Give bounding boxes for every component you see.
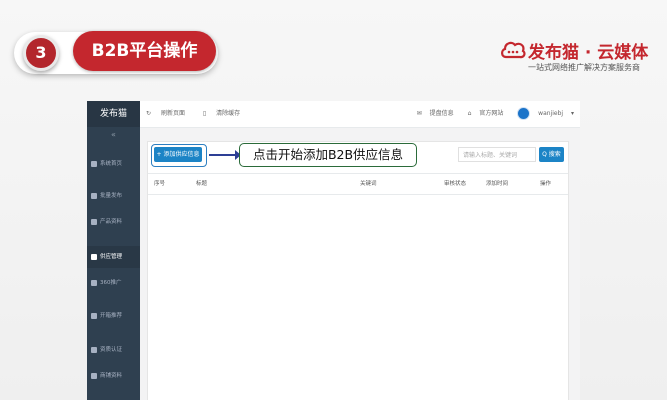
- trash-icon: ▯: [202, 110, 209, 117]
- home-icon: ⌂: [467, 110, 474, 117]
- col-keywords: 关键词: [360, 181, 377, 187]
- brand-logo: 发布猫 · 云媒体 一站式网络推广解决方案服务商: [500, 38, 660, 78]
- arrow-icon: [209, 150, 241, 160]
- brand-tagline: 一站式网络推广解决方案服务商: [528, 63, 640, 72]
- search-input[interactable]: 请输入标题、关键词: [458, 147, 536, 162]
- app-logo[interactable]: 发布猫: [87, 101, 140, 127]
- table-header: 序号 标题 关键词 审核状态 添加时间 操作: [148, 173, 568, 195]
- col-time: 添加时间: [486, 181, 509, 187]
- badge-icon: [91, 347, 97, 353]
- main-content: + 添加供应信息 点击开始添加B2B供应信息 请输入标题、关键词 Q 搜索 序号…: [140, 128, 580, 400]
- sidebar-item-batch-publish[interactable]: 批量发布: [87, 185, 140, 207]
- search-button[interactable]: Q 搜索: [539, 147, 564, 162]
- home-icon: [91, 161, 97, 167]
- clear-cache-button[interactable]: ▯ 清除缓存: [203, 110, 248, 117]
- add-supply-button[interactable]: + 添加供应信息: [154, 147, 202, 162]
- user-menu[interactable]: wanjiebj ▾: [511, 107, 574, 120]
- official-site-link[interactable]: ⌂ 官方网站: [462, 110, 504, 117]
- col-index: 序号: [154, 181, 166, 187]
- message-link[interactable]: ✉ 提盘信息: [411, 110, 454, 117]
- gift-icon: [91, 313, 97, 319]
- search-icon: [91, 280, 97, 286]
- box-icon: [91, 219, 97, 225]
- refresh-icon: ↻: [146, 110, 153, 117]
- top-bar: ↻ 刷新页面 ▯ 清除缓存 ✉ 提盘信息 ⌂ 官方网站 wanjiebj ▾: [140, 101, 580, 128]
- sidebar-item-store[interactable]: 商铺资料: [87, 365, 140, 387]
- sidebar-item-products[interactable]: 产品资料: [87, 211, 140, 233]
- chevron-down-icon: ▾: [570, 110, 574, 117]
- brand-name: 发布猫 · 云媒体: [528, 43, 649, 63]
- cloud-chat-icon: [501, 41, 526, 59]
- sidebar-item-360[interactable]: 360推广: [87, 272, 140, 294]
- instruction-callout: 点击开始添加B2B供应信息: [239, 143, 417, 167]
- sidebar: 发布猫 « 系统首页 批量发布 产品资料 供应管理 360推广 开箱推荐 资质认…: [87, 101, 140, 400]
- supply-panel: + 添加供应信息 点击开始添加B2B供应信息 请输入标题、关键词 Q 搜索 序号…: [147, 141, 569, 400]
- avatar: [517, 107, 531, 120]
- sidebar-item-certification[interactable]: 资质认证: [87, 339, 140, 361]
- col-actions: 操作: [540, 181, 552, 187]
- send-icon: [91, 193, 97, 199]
- sidebar-collapse-button[interactable]: «: [87, 129, 140, 141]
- step-number: 3: [23, 35, 59, 71]
- list-icon: [91, 254, 97, 260]
- col-status: 审核状态: [444, 181, 467, 187]
- col-title: 标题: [196, 181, 208, 187]
- sidebar-item-supply[interactable]: 供应管理: [87, 246, 140, 268]
- sidebar-item-home[interactable]: 系统首页: [87, 153, 140, 175]
- mail-icon: ✉: [416, 110, 424, 117]
- sidebar-item-recommend[interactable]: 开箱推荐: [87, 305, 140, 327]
- refresh-button[interactable]: ↻ 刷新页面: [146, 110, 193, 117]
- step-title: B2B平台操作: [73, 31, 216, 71]
- store-icon: [91, 373, 97, 379]
- app-window: 发布猫 « 系统首页 批量发布 产品资料 供应管理 360推广 开箱推荐 资质认…: [87, 101, 580, 400]
